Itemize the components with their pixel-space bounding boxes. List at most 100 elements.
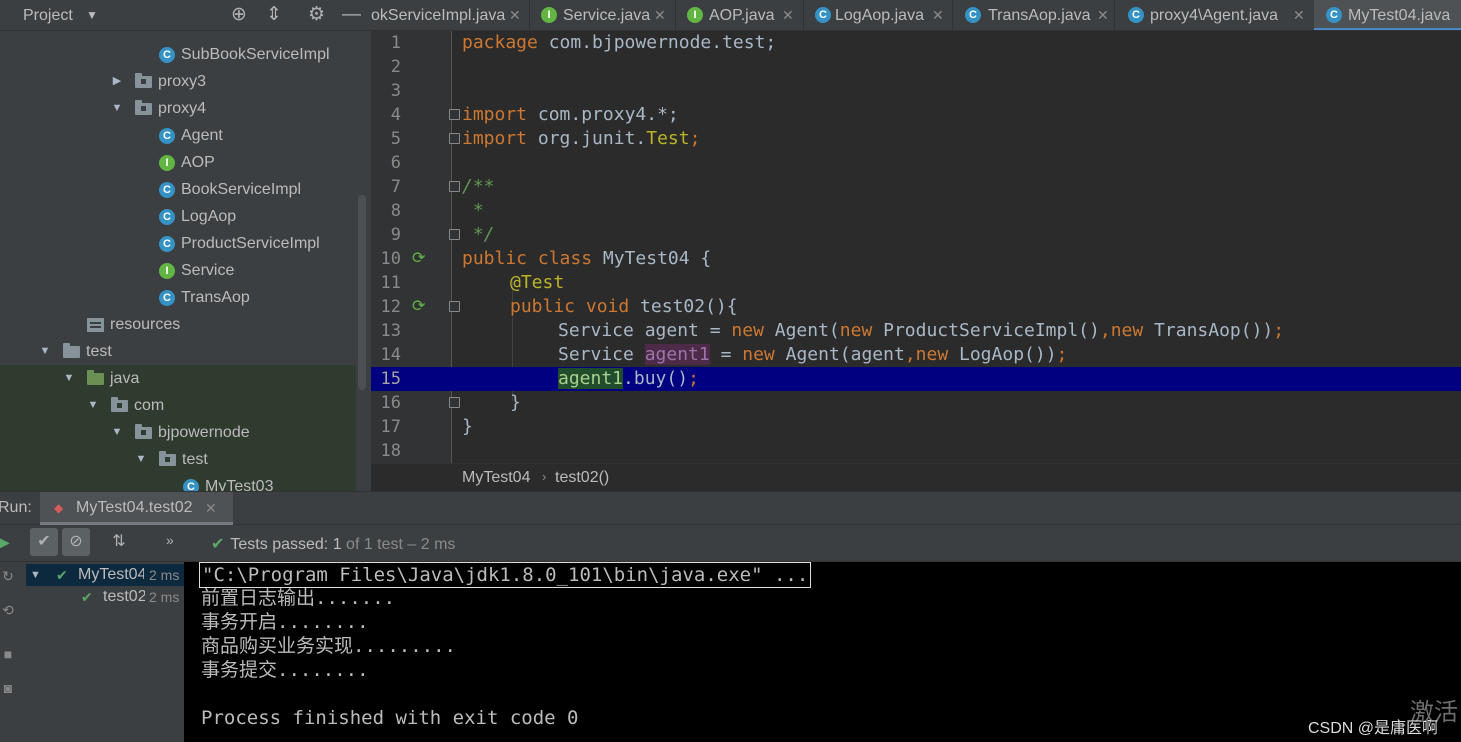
tab-service[interactable]: I Service.java ✕	[541, 0, 675, 30]
test-results-tree: ▼ ✔ MyTest04 2 ms ✔ test02 2 ms	[26, 562, 184, 742]
camera-icon[interactable]: ◙	[0, 680, 16, 696]
test-node-class[interactable]: ▼ ✔ MyTest04 2 ms	[26, 564, 184, 586]
code-editor[interactable]: 1 package com.bjpowernode.test; 2 3 4 im…	[371, 31, 1461, 463]
tree-item-subbookserviceimpl[interactable]: C SubBookServiceImpl	[0, 41, 358, 68]
project-scrollbar-thumb[interactable]	[358, 195, 366, 390]
stop-icon[interactable]: ■	[0, 646, 16, 662]
code-line: 11 @Test	[371, 271, 1461, 295]
tab-proxy4-agent[interactable]: C proxy4\Agent.java ✕	[1128, 0, 1312, 30]
fold-marker-icon[interactable]	[449, 109, 460, 120]
test-node-method[interactable]: ✔ test02 2 ms	[26, 586, 184, 608]
chevron-down-icon[interactable]: ▼	[86, 8, 98, 22]
line-number: 16	[380, 393, 401, 413]
line-number: 10	[380, 249, 401, 269]
code-line: 14 Service agent1 = new Agent(agent,new …	[371, 343, 1461, 367]
rerun-icon[interactable]: ▶	[0, 532, 10, 553]
more-icon[interactable]: »	[166, 532, 174, 548]
tab-label: MyTest04.java	[1348, 7, 1451, 24]
rerun-failed-icon[interactable]: ↻	[0, 568, 16, 585]
fold-marker-icon[interactable]	[449, 301, 460, 312]
code-line: 13 Service agent = new Agent(new Product…	[371, 319, 1461, 343]
collapse-arrow-icon[interactable]: ▼	[134, 446, 148, 473]
tree-item-bookserviceimpl[interactable]: C BookServiceImpl	[0, 176, 358, 203]
tab-label: proxy4\Agent.java	[1150, 7, 1279, 24]
close-icon[interactable]: ✕	[654, 0, 666, 30]
tree-item-java[interactable]: ▼ java	[0, 365, 358, 392]
close-icon[interactable]: ✕	[1293, 0, 1305, 30]
tree-item-transaop[interactable]: C TransAop	[0, 284, 358, 311]
close-icon[interactable]: ✕	[1097, 0, 1109, 30]
tree-item-proxy4[interactable]: ▼ proxy4	[0, 95, 358, 122]
collapse-arrow-icon[interactable]: ▼	[86, 392, 100, 419]
tree-item-productserviceimpl[interactable]: C ProductServiceImpl	[0, 230, 358, 257]
collapse-arrow-icon[interactable]: ▼	[38, 338, 52, 365]
tree-item-bjpowernode[interactable]: ▼ bjpowernode	[0, 419, 358, 446]
tree-item-test[interactable]: ▼ test	[0, 338, 358, 365]
code-line: 3	[371, 79, 1461, 103]
code-line: 18	[371, 439, 1461, 463]
project-view-title[interactable]: Project	[23, 7, 73, 25]
tab-label: LogAop.java	[835, 7, 924, 24]
expand-arrow-icon[interactable]: ▶	[110, 68, 124, 95]
tree-item-resources[interactable]: resources	[0, 311, 358, 338]
run-test-icon[interactable]: ⟳	[412, 250, 430, 268]
close-icon[interactable]: ✕	[782, 0, 794, 30]
close-icon[interactable]: ✕	[205, 500, 217, 517]
line-number: 1	[390, 33, 401, 53]
tree-item-mytest03[interactable]: C MyTest03	[0, 473, 358, 491]
fold-marker-icon[interactable]	[449, 397, 460, 408]
tree-item-label: proxy3	[158, 73, 207, 90]
collapse-all-icon[interactable]: ⇕	[266, 4, 282, 26]
package-icon	[135, 424, 152, 439]
breadcrumb-class[interactable]: MyTest04	[462, 469, 530, 487]
tab-transaop[interactable]: C TransAop.java ✕	[965, 0, 1117, 30]
close-icon[interactable]: ✕	[509, 0, 521, 30]
tree-item-agent[interactable]: C Agent	[0, 122, 358, 149]
tree-item-test-package[interactable]: ▼ test	[0, 446, 358, 473]
close-icon[interactable]: ✕	[932, 0, 944, 30]
run-test-icon[interactable]: ⟳	[412, 298, 430, 316]
csdn-watermark: CSDN @是庸医啊	[1308, 720, 1439, 737]
interface-icon: I	[159, 263, 175, 279]
toggle-auto-test-icon[interactable]: ⟲	[0, 602, 16, 619]
tree-item-label: Service	[181, 262, 235, 279]
show-passed-button[interactable]: ✔	[30, 528, 58, 556]
tree-item-com[interactable]: ▼ com	[0, 392, 358, 419]
breadcrumb-method[interactable]: test02()	[555, 469, 609, 487]
code-line: 7 /**	[371, 175, 1461, 199]
tree-item-proxy3[interactable]: ▶ proxy3	[0, 68, 358, 95]
tree-item-aop[interactable]: I AOP	[0, 149, 358, 176]
collapse-arrow-icon[interactable]: ▼	[30, 564, 41, 586]
tree-item-label: bjpowernode	[158, 424, 250, 441]
tab-mytest04[interactable]: C MyTest04.java	[1314, 0, 1461, 30]
fold-marker-icon[interactable]	[449, 133, 460, 144]
collapse-arrow-icon[interactable]: ▼	[110, 95, 124, 122]
minimize-icon[interactable]: —	[342, 4, 361, 26]
project-panel-header: Project ▼ ⊕ ⇕ ⚙ —	[0, 0, 371, 31]
code-line: 5 import org.junit.Test;	[371, 127, 1461, 151]
tree-item-service[interactable]: I Service	[0, 257, 358, 284]
check-icon: ✔	[56, 567, 68, 583]
tab-logaop[interactable]: C LogAop.java ✕	[815, 0, 955, 30]
tree-item-logaop[interactable]: C LogAop	[0, 203, 358, 230]
code-line: 9 */	[371, 223, 1461, 247]
tree-item-label: proxy4	[158, 100, 207, 117]
collapse-arrow-icon[interactable]: ▼	[62, 365, 76, 392]
run-tab-mytest04[interactable]: ◆ MyTest04.test02 ✕	[40, 492, 233, 525]
console-output[interactable]: "C:\Program Files\Java\jdk1.8.0_101\bin\…	[184, 562, 1461, 742]
locate-icon[interactable]: ⊕	[231, 4, 247, 26]
collapse-arrow-icon[interactable]: ▼	[110, 419, 124, 446]
console-command-line[interactable]: "C:\Program Files\Java\jdk1.8.0_101\bin\…	[199, 562, 812, 588]
editor-tab-bar: okServiceImpl.java ✕ I Service.java ✕ I …	[371, 0, 1461, 31]
gear-icon[interactable]: ⚙	[308, 4, 325, 26]
show-ignored-button[interactable]: ⊘	[62, 528, 90, 556]
run-tool-window: Run: ◆ MyTest04.test02 ✕ ▶ ✔ ⊘ ⇅ » ✔ Test…	[0, 491, 1461, 742]
class-icon: C	[159, 47, 175, 63]
interface-icon: I	[541, 7, 557, 23]
fold-marker-icon[interactable]	[449, 229, 460, 240]
tab-bookserviceimpl[interactable]: okServiceImpl.java ✕	[371, 0, 529, 30]
sort-icon[interactable]: ⇅	[105, 528, 133, 556]
tab-aop[interactable]: I AOP.java ✕	[687, 0, 805, 30]
fold-marker-icon[interactable]	[449, 181, 460, 192]
line-number: 4	[390, 105, 401, 125]
